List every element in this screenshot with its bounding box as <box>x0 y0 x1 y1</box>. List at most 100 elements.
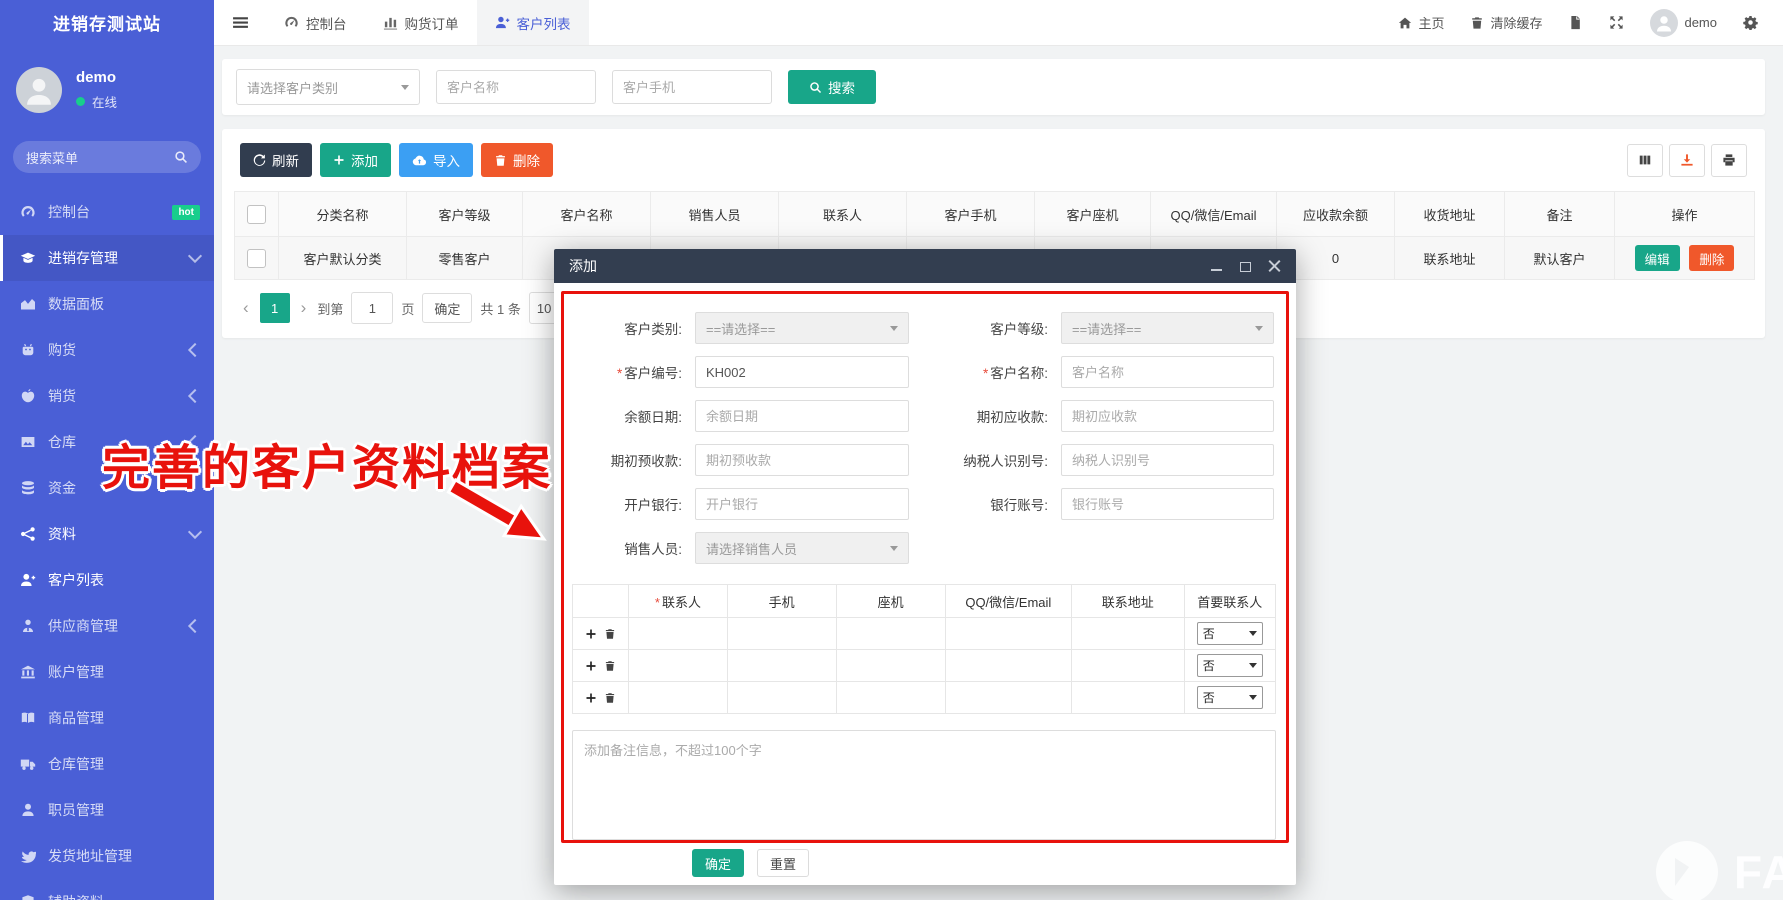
col-category[interactable]: 分类名称 <box>279 192 407 237</box>
col-receivable[interactable]: 应收款余额 <box>1277 192 1395 237</box>
customer-level-field[interactable]: ==请选择== <box>1061 312 1274 344</box>
sidebar-item-auxiliary-data[interactable]: 辅助资料 <box>0 879 214 900</box>
home-link[interactable]: 主页 <box>1385 0 1457 45</box>
customer-name-input[interactable] <box>436 70 596 104</box>
user-menu[interactable]: demo <box>1637 0 1730 45</box>
import-button[interactable]: 导入 <box>399 143 473 177</box>
remark-textarea[interactable] <box>572 730 1276 840</box>
refresh-button[interactable]: 刷新 <box>240 143 312 177</box>
col-salesman[interactable]: 销售人员 <box>651 192 779 237</box>
tab-customer-list[interactable]: 客户列表 <box>477 0 589 45</box>
dialog-titlebar[interactable]: 添加 <box>554 249 1296 283</box>
add-row-icon[interactable] <box>585 660 597 672</box>
sidebar-item-account-management[interactable]: 账户管理 <box>0 649 214 695</box>
reset-button[interactable]: 重置 <box>757 849 809 877</box>
col-name[interactable]: 客户名称 <box>523 192 651 237</box>
customer-code-field[interactable] <box>695 356 909 388</box>
mobile-cell[interactable] <box>727 618 836 650</box>
landline-cell[interactable] <box>836 650 945 682</box>
sidebar-item-product-management[interactable]: 商品管理 <box>0 695 214 741</box>
row-delete-button[interactable]: 删除 <box>1689 245 1734 271</box>
taxpayer-id-field[interactable] <box>1061 444 1274 476</box>
primary-contact-select[interactable]: 否 <box>1197 654 1263 677</box>
add-button[interactable]: 添加 <box>320 143 391 177</box>
add-row-icon[interactable] <box>585 628 597 640</box>
delete-row-icon[interactable] <box>604 660 616 672</box>
sidebar-item-purchase[interactable]: 购货 <box>0 327 214 373</box>
contact-name-cell[interactable] <box>629 650 727 682</box>
contact-name-cell[interactable] <box>629 618 727 650</box>
settings-button[interactable] <box>1730 0 1771 45</box>
sidebar-item-psi-management[interactable]: 进销存管理 <box>0 235 214 281</box>
primary-contact-select[interactable]: 否 <box>1197 686 1263 709</box>
row-checkbox[interactable] <box>247 249 266 268</box>
customer-category-field[interactable]: ==请选择== <box>695 312 909 344</box>
bank-name-field[interactable] <box>695 488 909 520</box>
goto-page-input[interactable] <box>351 292 393 324</box>
landline-cell[interactable] <box>836 682 945 714</box>
delete-row-icon[interactable] <box>604 692 616 704</box>
address-cell[interactable] <box>1072 618 1184 650</box>
sidebar-item-staff-management[interactable]: 职员管理 <box>0 787 214 833</box>
close-icon[interactable] <box>1268 260 1281 273</box>
qq-cell[interactable] <box>945 618 1072 650</box>
sidebar-item-warehouse-management[interactable]: 仓库管理 <box>0 741 214 787</box>
col-qq[interactable]: QQ/微信/Email <box>1151 192 1277 237</box>
mobile-cell[interactable] <box>727 650 836 682</box>
search-button[interactable]: 搜索 <box>788 70 876 104</box>
bank-account-field[interactable] <box>1061 488 1274 520</box>
sidebar-item-warehouse[interactable]: 仓库 <box>0 419 214 465</box>
landline-cell[interactable] <box>836 618 945 650</box>
salesman-field[interactable]: 请选择销售人员 <box>695 532 909 564</box>
sidebar-item-sales[interactable]: 销货 <box>0 373 214 419</box>
fullscreen-button[interactable] <box>1596 0 1637 45</box>
col-landline[interactable]: 客户座机 <box>1035 192 1151 237</box>
address-cell[interactable] <box>1072 682 1184 714</box>
qq-cell[interactable] <box>945 650 1072 682</box>
export-button[interactable] <box>1669 144 1705 177</box>
avatar[interactable] <box>16 67 62 113</box>
sidebar-search-input[interactable]: 搜索菜单 <box>13 141 201 173</box>
sidebar-item-data-panel[interactable]: 数据面板 <box>0 281 214 327</box>
goto-confirm-button[interactable]: 确定 <box>422 293 472 323</box>
sidebar-item-shipping-address[interactable]: 发货地址管理 <box>0 833 214 879</box>
col-contact[interactable]: 联系人 <box>779 192 907 237</box>
qq-cell[interactable] <box>945 682 1072 714</box>
sidebar-item-funds[interactable]: 资金 <box>0 465 214 511</box>
primary-contact-select[interactable]: 否 <box>1197 622 1263 645</box>
sidebar-item-console[interactable]: 控制台 hot <box>0 189 214 235</box>
contact-name-cell[interactable] <box>629 682 727 714</box>
maximize-icon[interactable] <box>1239 260 1252 273</box>
prev-page-button[interactable]: ‹ <box>240 298 252 318</box>
confirm-button[interactable]: 确定 <box>692 849 744 877</box>
customer-name-field[interactable] <box>1061 356 1274 388</box>
hamburger-menu-button[interactable] <box>214 0 266 45</box>
print-button[interactable] <box>1711 144 1747 177</box>
initial-prepaid-field[interactable] <box>695 444 909 476</box>
col-address[interactable]: 收货地址 <box>1395 192 1505 237</box>
customer-phone-input[interactable] <box>612 70 772 104</box>
clear-cache-button[interactable]: 清除缓存 <box>1457 0 1555 45</box>
address-cell[interactable] <box>1072 650 1184 682</box>
next-page-button[interactable]: › <box>298 298 310 318</box>
initial-receivable-field[interactable] <box>1061 400 1274 432</box>
mobile-cell[interactable] <box>727 682 836 714</box>
add-row-icon[interactable] <box>585 692 597 704</box>
toggle-columns-button[interactable] <box>1627 144 1663 177</box>
edit-button[interactable]: 编辑 <box>1635 245 1680 271</box>
select-all-checkbox[interactable] <box>247 205 266 224</box>
delete-row-icon[interactable] <box>604 628 616 640</box>
current-page-button[interactable]: 1 <box>260 293 290 323</box>
sidebar-item-data[interactable]: 资料 <box>0 511 214 557</box>
col-phone[interactable]: 客户手机 <box>907 192 1035 237</box>
sidebar-item-customer-list[interactable]: 客户列表 <box>0 557 214 603</box>
col-remark[interactable]: 备注 <box>1505 192 1615 237</box>
wipe-records-button[interactable] <box>1555 0 1596 45</box>
tab-console[interactable]: 控制台 <box>266 0 365 45</box>
customer-category-select[interactable]: 请选择客户类别 <box>236 69 420 105</box>
sidebar-item-supplier-management[interactable]: 供应商管理 <box>0 603 214 649</box>
delete-button[interactable]: 删除 <box>481 143 553 177</box>
balance-date-field[interactable] <box>695 400 909 432</box>
minimize-icon[interactable] <box>1210 260 1223 273</box>
col-level[interactable]: 客户等级 <box>407 192 523 237</box>
